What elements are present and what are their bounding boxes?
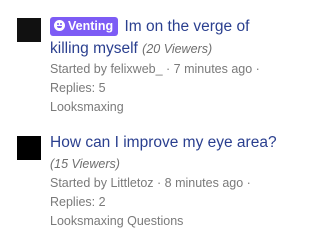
venting-badge[interactable]: Venting (50, 17, 119, 36)
viewer-count: (15 Viewers) (50, 157, 120, 171)
started-by-label: Started by (50, 176, 111, 190)
started-by-label: Started by (50, 62, 111, 76)
thread-body: How can I improve my eye area? (15 Viewe… (50, 132, 295, 231)
avatar[interactable] (17, 136, 41, 160)
thread-meta: Started by felixweb_ · 7 minutes ago · (50, 60, 295, 79)
forum-link[interactable]: Looksmaxing Questions (50, 214, 183, 228)
reply-count: Replies: 5 (50, 81, 106, 95)
smiley-icon (54, 20, 65, 31)
thread-meta: Started by Littletoz · 8 minutes ago · (50, 174, 295, 193)
author-link[interactable]: Littletoz (110, 176, 153, 190)
thread-title-line: How can I improve my eye area? (50, 132, 295, 154)
badge-label: Venting (68, 19, 114, 33)
avatar[interactable] (17, 18, 41, 42)
thread-body: Venting Im on the verge of killing myself… (50, 16, 295, 117)
thread-title-line: Venting Im on the verge of killing myself… (50, 16, 295, 60)
thread-title-link[interactable]: How can I improve my eye area? (50, 134, 277, 151)
author-link[interactable]: felixweb_ (110, 62, 162, 76)
viewer-count: (20 Viewers) (142, 42, 213, 56)
thread-time: · 8 minutes ago · (153, 176, 251, 190)
thread-time: · 7 minutes ago · (162, 62, 260, 76)
reply-count: Replies: 2 (50, 195, 106, 209)
forum-link[interactable]: Looksmaxing (50, 100, 124, 114)
